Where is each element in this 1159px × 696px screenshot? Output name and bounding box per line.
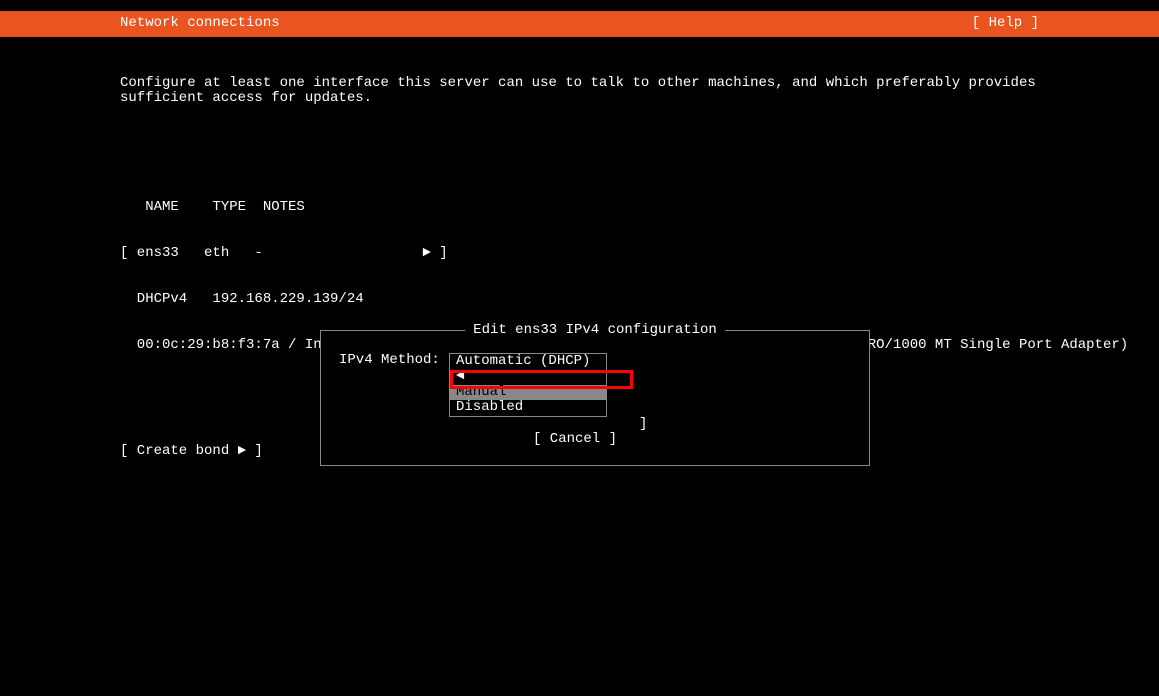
option-disabled[interactable]: Disabled — [450, 400, 606, 415]
option-automatic[interactable]: Automatic (DHCP) ◄ — [450, 354, 606, 385]
ipv4-method-dropdown[interactable]: Automatic (DHCP) ◄ Manual Disabled — [449, 353, 607, 417]
dialog-content: IPv4 Method: Automatic (DHCP) ◄ Manual D… — [321, 331, 869, 447]
header-bar: Network connections [ Help ] — [0, 11, 1159, 37]
bracket-close: ] — [639, 417, 851, 432]
ipv4-method-label: IPv4 Method: — [339, 353, 449, 368]
page-title: Network connections — [120, 16, 280, 31]
cancel-button[interactable]: [ Cancel ] — [339, 432, 851, 447]
ipv4-config-dialog: Edit ens33 IPv4 configuration IPv4 Metho… — [320, 330, 870, 466]
help-button[interactable]: [ Help ] — [972, 16, 1039, 31]
interface-row[interactable]: [ ens33 eth - ► ] — [120, 246, 1039, 261]
table-header: NAME TYPE NOTES — [120, 200, 1039, 215]
interface-dhcp: DHCPv4 192.168.229.139/24 — [120, 292, 1039, 307]
description-text: Configure at least one interface this se… — [120, 76, 1039, 107]
dialog-title: Edit ens33 IPv4 configuration — [465, 323, 725, 338]
option-manual[interactable]: Manual — [450, 385, 606, 400]
